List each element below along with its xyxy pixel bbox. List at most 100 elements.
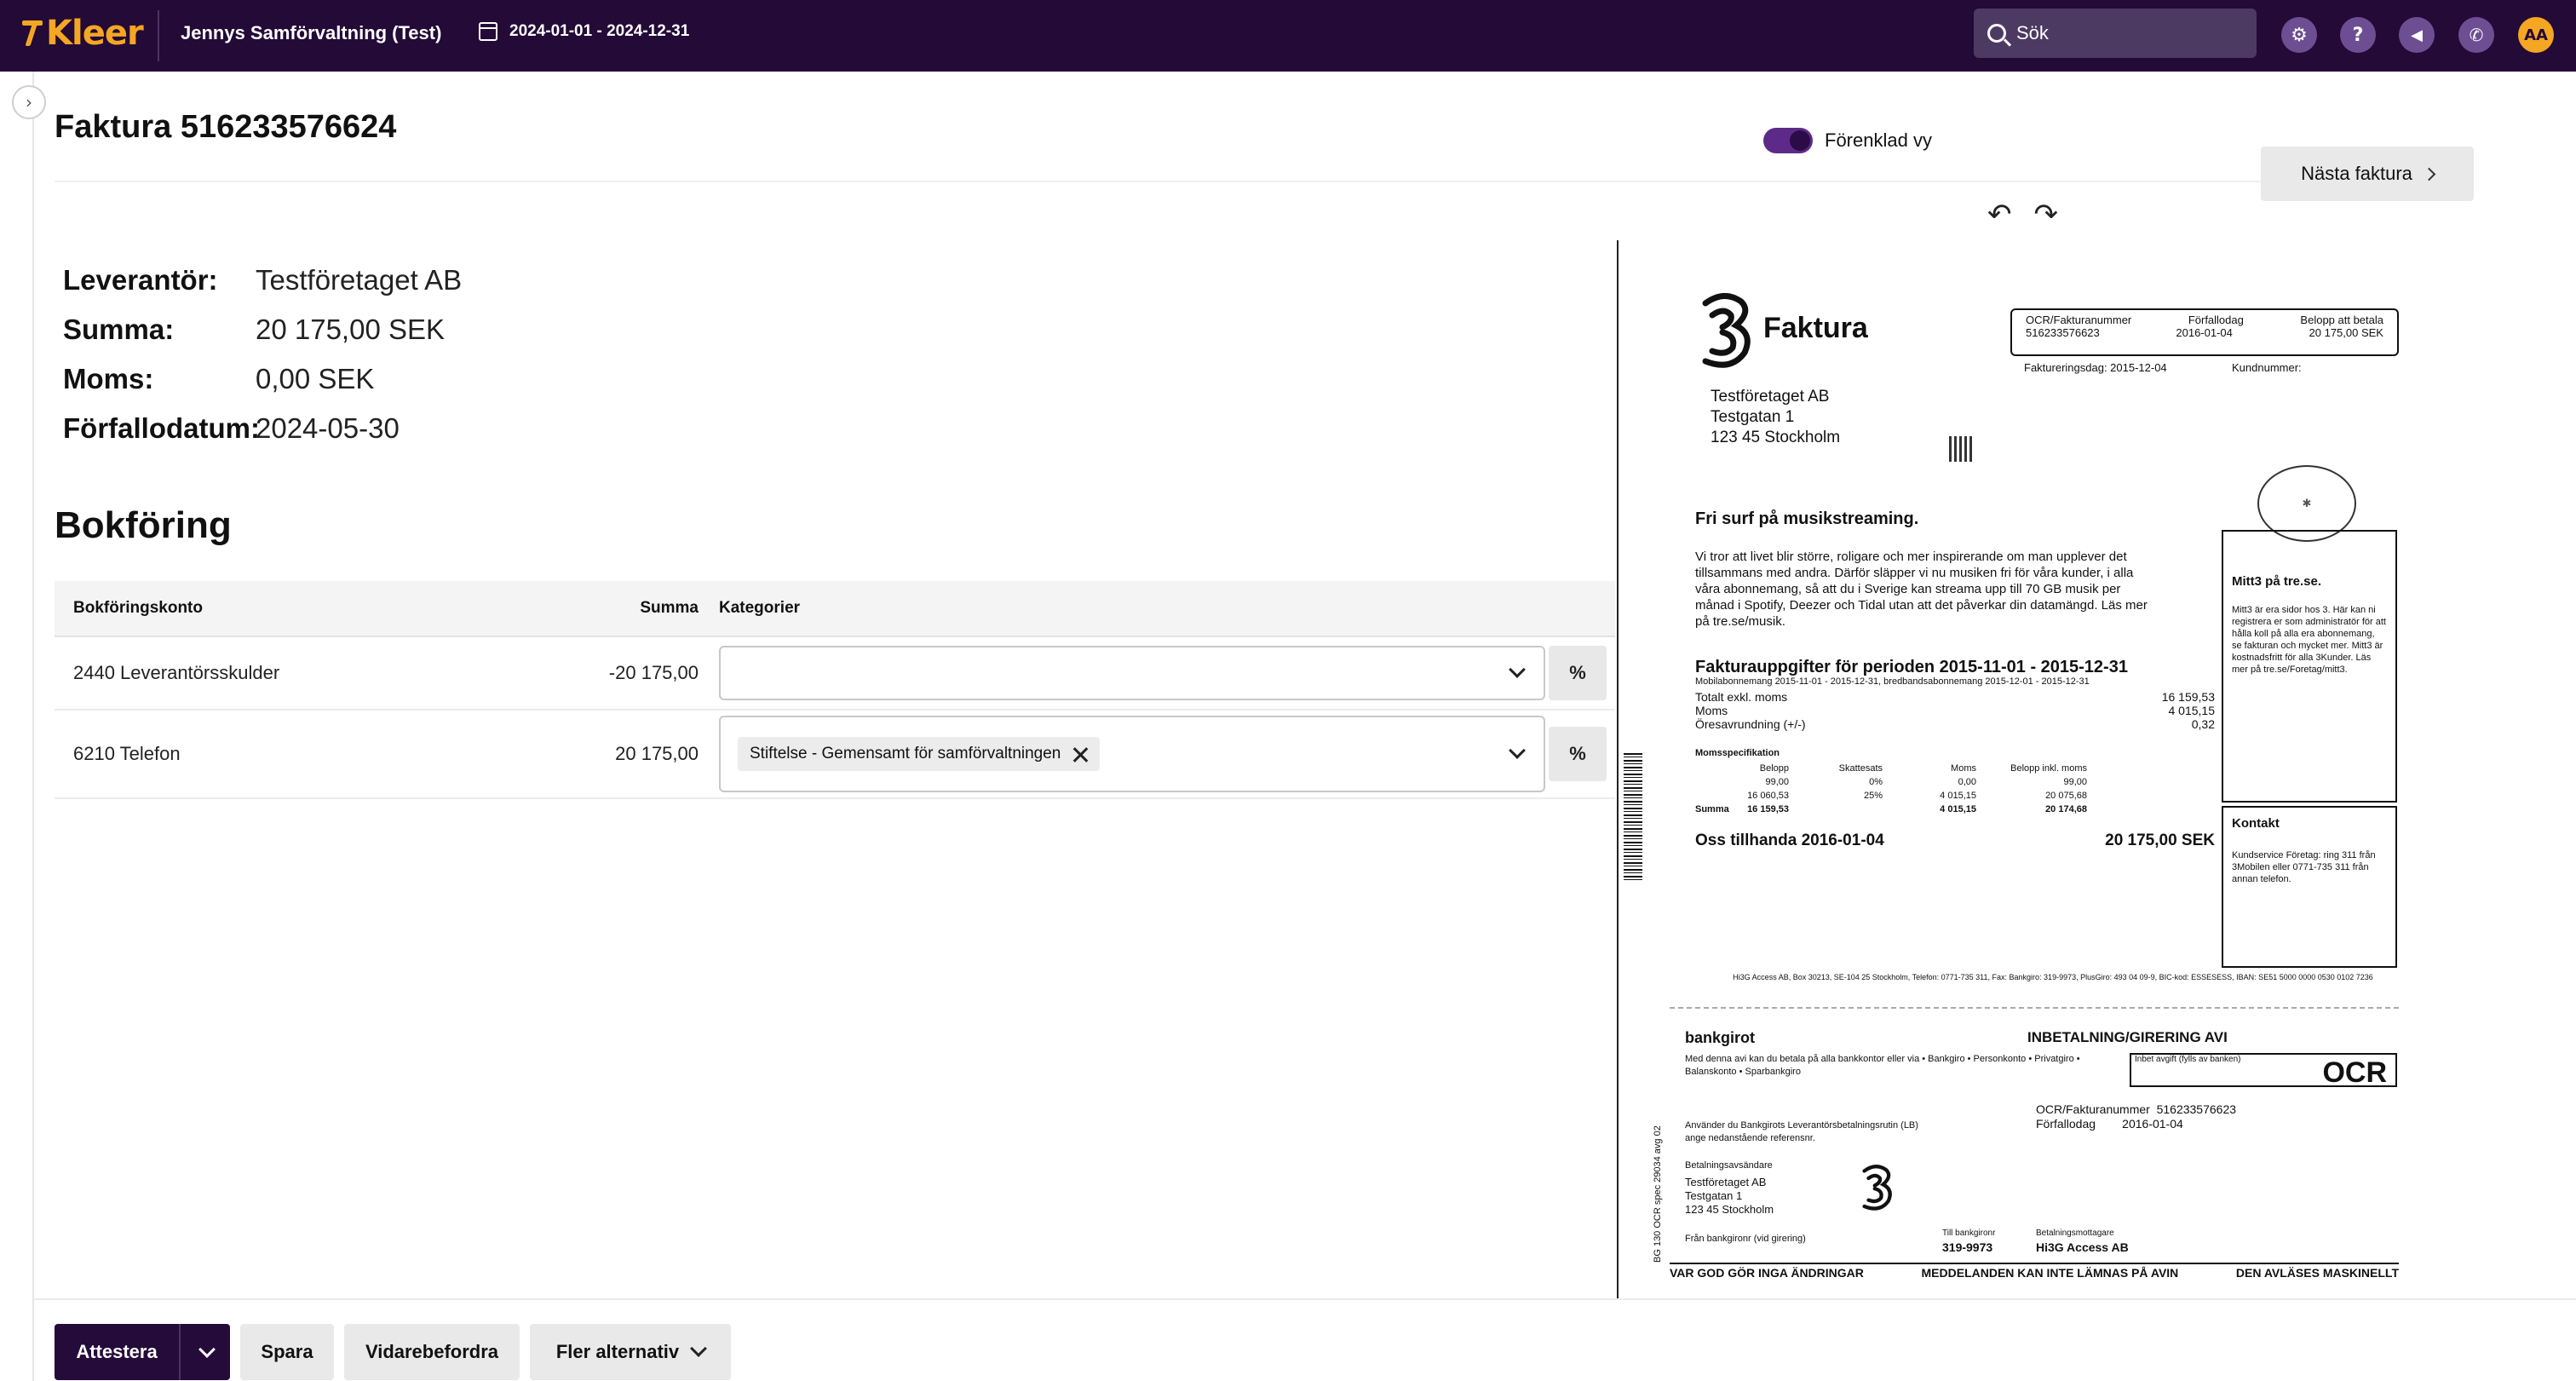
vat-row: 99,00 0% 0,00 99,00	[1695, 775, 2138, 789]
vat-cell: 4 015,15	[1940, 804, 1976, 814]
vat-header: Moms	[1951, 763, 1976, 774]
percent-button[interactable]: %	[1549, 727, 1607, 781]
payment-slip-title: INBETALNING/GIRERING AVI	[2027, 1029, 2228, 1045]
vat-cell: 99,00	[1765, 777, 1789, 787]
divider	[158, 10, 159, 61]
mitt3-text: Mitt3 är era sidor hos 3. Här kan ni reg…	[2232, 605, 2386, 675]
ocr-box: Inbet avgift (fylls av banken) OCR	[2130, 1053, 2397, 1089]
vat-sum-label: Summa	[1695, 804, 1729, 814]
invoice-document-preview[interactable]: Faktura OCR/Fakturanummer Förfallodag Be…	[1617, 240, 2399, 1298]
vat-cell: 20 075,68	[2045, 791, 2087, 801]
rotate-left-icon[interactable]: ↶	[1987, 198, 2012, 232]
detail-value: 0,00 SEK	[256, 363, 375, 394]
ocr-label-large: OCR	[2322, 1056, 2387, 1089]
payment-slip-ocr: OCR/Fakturanummer 516233576623 Förfallod…	[2036, 1102, 2236, 1131]
gear-icon[interactable]: ⚙	[2281, 17, 2317, 53]
chevron-down-icon	[1509, 661, 1526, 678]
toggle-label: Förenklad vy	[1825, 129, 1932, 151]
vat-cell: 25%	[1863, 791, 1883, 801]
vat-cell: 16 159,53	[1747, 804, 1789, 814]
period-line: Mobilabonnemang 2015-11-01 - 2015-12-31,…	[1695, 676, 2090, 687]
help-icon[interactable]: ?	[2340, 17, 2376, 53]
rotate-controls: ↶ ↷	[1987, 198, 2058, 232]
invoice-summary-box: OCR/Fakturanummer Förfallodag Belopp att…	[2010, 308, 2399, 356]
amount-row-value: 4 015,15	[2168, 704, 2216, 717]
account-cell: 6210 Telefon	[73, 743, 181, 764]
recipient: Hi3G Access AB	[2036, 1240, 2129, 1254]
vat-sum-row: Summa 16 159,53 4 015,15 20 174,68	[1695, 803, 2138, 816]
sender-label: Betalningsavsändare	[1685, 1160, 1773, 1171]
barcode	[1624, 753, 1642, 881]
avatar[interactable]: AA	[2518, 17, 2554, 53]
toggle-switch[interactable]	[1763, 128, 1813, 153]
sender-address: Testföretaget AB Testgatan 1 123 45 Stoc…	[1685, 1176, 1774, 1217]
avi-foot-text: DEN AVLÄSES MASKINELLT	[2235, 1266, 2399, 1280]
company-name[interactable]: Jennys Samförvaltning (Test)	[181, 22, 441, 44]
vertical-slip-text: BG 130 OCR spec 29034 avg 02	[1653, 1125, 1663, 1263]
search-input[interactable]	[2016, 22, 2238, 44]
amount-value: 20 175,00 SEK	[2309, 326, 2383, 339]
payment-slip: bankgirot INBETALNING/GIRERING AVI Inbet…	[1670, 1007, 2399, 1297]
payment-slip-text: Med denna avi kan du betala på alla bank…	[1685, 1054, 2080, 1077]
detail-value: 2024-05-30	[256, 412, 400, 444]
amount-row-value: 16 159,53	[2161, 690, 2215, 704]
document-title: Faktura	[1763, 312, 1868, 344]
qr-code	[1949, 436, 1975, 462]
ocr-label: OCR/Fakturanummer	[2026, 314, 2132, 326]
remove-chip-icon[interactable]	[1072, 746, 1088, 762]
detail-row-vat: Moms: 0,00 SEK	[63, 354, 462, 404]
due-line-value: 20 175,00 SEK	[2105, 831, 2215, 849]
search-icon	[1987, 24, 2006, 43]
expand-sidebar-button[interactable]: ›	[12, 85, 46, 119]
category-select[interactable]: Stiftelse - Gemensamt för samförvaltning…	[719, 716, 1545, 792]
payment-slip-lb-text: Använder du Bankgirots Leverantörsbetaln…	[1685, 1120, 1918, 1143]
due-line-label: Oss tillhanda 2016-01-04	[1695, 831, 1884, 849]
amount-row-label: Öresavrundning (+/-)	[1695, 717, 1806, 731]
bookkeeping-table: Bokföringskonto Summa Kategorier 2440 Le…	[55, 581, 1615, 799]
three-logo-icon	[1862, 1165, 1892, 1211]
address-line: Testgatan 1	[1685, 1189, 1743, 1202]
due-value: 2016-01-04	[2176, 326, 2233, 339]
table-row: 6210 Telefon 20 175,00 Stiftelse - Gemen…	[55, 711, 1615, 799]
recipient-address: Testföretaget AB Testgatan 1 123 45 Stoc…	[1711, 387, 1840, 448]
column-header-categories: Kategorier	[719, 599, 801, 617]
next-invoice-button[interactable]: Nästa faktura	[2261, 147, 2474, 201]
detail-value: Testföretaget AB	[256, 264, 463, 296]
rotate-right-icon[interactable]: ↷	[2034, 198, 2059, 232]
fiscal-year-selector[interactable]: 2024-01-01 - 2024-12-31	[479, 22, 689, 41]
phone-icon[interactable]: ✆	[2458, 17, 2494, 53]
detail-value: 20 175,00 SEK	[256, 314, 446, 345]
vat-header: Skattesats	[1838, 763, 1883, 774]
account-cell: 2440 Leverantörsskulder	[73, 662, 280, 683]
chevron-down-icon[interactable]	[198, 1341, 216, 1358]
detail-row-due-date: Förfallodatum: 2024-05-30	[63, 404, 462, 453]
amount-row: Öresavrundning (+/-) 0,32	[1695, 717, 2215, 731]
vat-cell: 99,00	[2063, 777, 2087, 787]
detail-row-supplier: Leverantör: Testföretaget AB	[63, 256, 462, 305]
more-options-label: Fler alternativ	[555, 1341, 680, 1362]
contact-text: Kundservice Företag: ring 311 från 3Mobi…	[2232, 850, 2376, 884]
table-row: 2440 Leverantörsskulder -20 175,00 %	[55, 637, 1615, 711]
chevron-down-icon	[690, 1340, 708, 1357]
category-select[interactable]	[719, 646, 1545, 700]
avi-foot-text: MEDDELANDEN KAN INTE LÄMNAS PÅ AVIN	[1921, 1266, 2179, 1280]
promo-text: Vi tror att livet blir större, roligare …	[1695, 550, 2148, 629]
detail-label: Leverantör:	[63, 264, 218, 296]
attest-button[interactable]: Attestera	[55, 1324, 230, 1380]
table-header: Bokföringskonto Summa Kategorier	[55, 581, 1615, 637]
address-line: Testföretaget AB	[1711, 388, 1830, 406]
address-line: 123 45 Stockholm	[1685, 1203, 1774, 1216]
category-chip: Stiftelse - Gemensamt för samförvaltning…	[738, 737, 1101, 771]
vat-row: 16 060,53 25% 4 015,15 20 075,68	[1695, 789, 2138, 803]
category-chip-label: Stiftelse - Gemensamt för samförvaltning…	[750, 745, 1061, 762]
forward-button[interactable]: Vidarebefordra	[344, 1324, 520, 1380]
percent-button[interactable]: %	[1549, 646, 1607, 700]
save-button[interactable]: Spara	[240, 1324, 334, 1380]
simplified-view-toggle[interactable]: Förenklad vy	[1763, 128, 1932, 153]
more-options-button[interactable]: Fler alternativ	[530, 1324, 731, 1380]
document-footer: Hi3G Access AB, Box 30213, SE-104 25 Sto…	[1733, 973, 2373, 981]
megaphone-icon[interactable]: ◀	[2399, 17, 2435, 53]
ocr-value: 516233576623	[2026, 326, 2100, 339]
search-box[interactable]	[1974, 9, 2257, 58]
kleer-logo[interactable]: Kleer	[22, 14, 144, 53]
